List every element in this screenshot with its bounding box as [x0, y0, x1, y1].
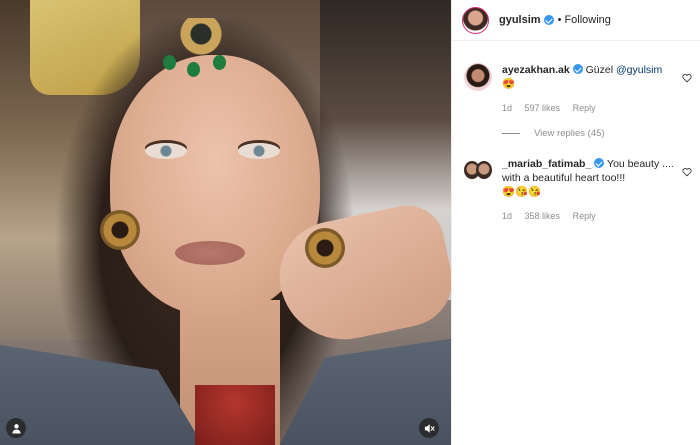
comment-likes[interactable]: 597 likes — [525, 103, 561, 113]
author-avatar[interactable] — [462, 6, 489, 34]
comment-meta: 1d 358 likes Reply — [502, 209, 692, 223]
reply-button[interactable]: Reply — [573, 211, 596, 221]
post-video[interactable] — [0, 0, 451, 445]
comment-text-line: _mariab_fatimab_ You beauty .... with a … — [502, 157, 692, 185]
replies-divider-line — [502, 133, 520, 134]
heart-outline-icon — [682, 168, 692, 177]
following-button[interactable]: Following — [564, 14, 610, 26]
comment-like-button[interactable] — [682, 70, 692, 83]
blouse — [195, 385, 275, 445]
comment-text-line: ayezakhan.ak Güzel @gyulsim — [502, 63, 692, 77]
comment-mention[interactable]: @gyulsim — [616, 64, 662, 76]
comment-meta: 1d 597 likes Reply — [502, 101, 692, 115]
comment-body: ayezakhan.ak Güzel @gyulsim 😍 1d 597 lik… — [502, 63, 692, 115]
comment-likes[interactable]: 358 likes — [525, 211, 561, 221]
heart-outline-icon — [682, 74, 692, 83]
commenter-username[interactable]: ayezakhan.ak — [502, 64, 570, 76]
comment-emoji: 😍 — [502, 78, 516, 90]
green-gem — [187, 62, 200, 77]
earring-left — [100, 210, 140, 250]
verified-badge-icon — [572, 64, 583, 74]
comment-body: _mariab_fatimab_ You beauty .... with a … — [502, 157, 692, 223]
user-tag-button[interactable] — [6, 418, 26, 438]
comment-age: 1d — [502, 211, 513, 221]
author-username[interactable]: gyulsim — [499, 14, 541, 26]
verified-badge-icon — [543, 15, 554, 25]
comment-text: Güzel — [585, 64, 614, 76]
verified-badge-icon — [594, 158, 605, 168]
commenter-avatar[interactable] — [464, 157, 492, 185]
green-gem — [163, 55, 176, 70]
right-eye — [238, 143, 280, 159]
comment-emoji: 😍😘😘 — [502, 186, 542, 198]
comment-age: 1d — [502, 103, 513, 113]
user-tag-icon — [11, 423, 21, 434]
separator-dot: • — [557, 14, 562, 26]
comment-like-button[interactable] — [682, 164, 692, 177]
commenter-avatar[interactable] — [464, 63, 492, 91]
post-side-panel: gyulsim • Following ayezakhan.ak Güzel @… — [451, 0, 700, 445]
reply-button[interactable]: Reply — [573, 103, 596, 113]
earring-right — [305, 228, 345, 268]
view-replies-button[interactable]: View replies (45) — [502, 128, 605, 139]
post-header: gyulsim • Following — [452, 0, 700, 41]
volume-muted-icon — [424, 423, 435, 433]
comment-item: _mariab_fatimab_ You beauty .... with a … — [464, 157, 692, 223]
green-gem — [213, 55, 226, 70]
left-eye — [145, 143, 187, 159]
view-replies-label: View replies (45) — [534, 128, 605, 139]
commenter-username[interactable]: _mariab_fatimab_ — [502, 158, 591, 170]
lips — [175, 241, 245, 265]
comment-item: ayezakhan.ak Güzel @gyulsim 😍 1d 597 lik… — [464, 63, 692, 115]
mute-toggle-button[interactable] — [419, 418, 439, 438]
